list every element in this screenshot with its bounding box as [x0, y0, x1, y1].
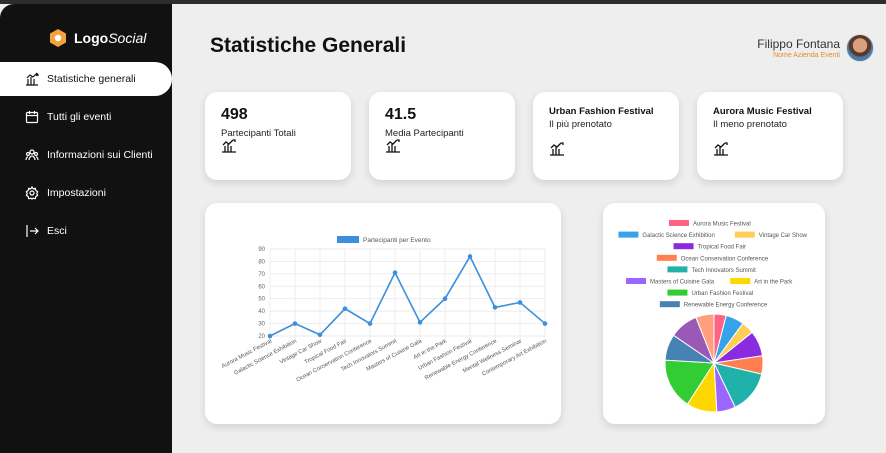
user-info: Filippo Fontana Nome Azienda Eventi — [757, 37, 840, 59]
data-point — [367, 321, 373, 326]
sidebar-item-eventi[interactable]: Tutti gli eventi — [0, 100, 172, 134]
stat-card-total: 498 Partecipanti Totali — [205, 92, 351, 180]
legend-label: Art in the Park — [754, 280, 793, 286]
legend-swatch — [337, 236, 359, 243]
legend-label: Galactic Science Exhibition — [642, 233, 714, 239]
legend-label: Tropical Food Fair — [698, 245, 746, 251]
stat-value: 41.5 — [385, 106, 417, 123]
legend-label: Partecipanti per Evento — [363, 237, 431, 244]
legend-swatch — [673, 243, 694, 250]
logout-icon — [26, 225, 39, 237]
legend-swatch — [668, 220, 689, 226]
legend-swatch — [656, 254, 677, 261]
sidebar-item-clienti[interactable]: Informazioni sui Clienti — [0, 138, 172, 172]
stat-title: Aurora Music Festival — [713, 106, 812, 117]
y-tick-label: 20 — [258, 334, 265, 340]
legend-swatch — [659, 301, 680, 308]
logo-hexagon-icon — [50, 29, 66, 47]
chart-icon — [26, 72, 39, 86]
data-point — [442, 296, 448, 302]
y-tick-label: 30 — [258, 322, 265, 328]
stat-card-least-booked: Aurora Music Festival Il meno prenotato — [697, 92, 843, 180]
legend-label: Renewable Energy Conference — [684, 303, 768, 309]
pie-chart-card: Aurora Music Festival Galactic Science Ex… — [603, 203, 825, 424]
main-content: Statistiche Generali Filippo Fontana Nom… — [172, 4, 886, 453]
legend-swatch — [734, 231, 755, 238]
stat-value: 498 — [221, 106, 248, 123]
line-chart: Partecipanti per Evento2030405060708090A… — [221, 236, 548, 383]
stat-subtitle: Il più prenotato — [549, 119, 612, 130]
data-point — [517, 300, 523, 305]
stat-label: Media Partecipanti — [385, 128, 464, 139]
sidebar-item-impostazioni[interactable]: Impostazioni — [0, 176, 172, 210]
legend-label: Ocean Conservation Conference — [681, 256, 769, 262]
y-tick-label: 70 — [258, 272, 265, 278]
logo-text: LogoSocial — [74, 30, 147, 46]
sidebar: LogoSocial Statistiche generali Tutti gl… — [0, 4, 172, 453]
app-frame: LogoSocial Statistiche generali Tutti gl… — [0, 4, 886, 453]
legend-label: Vintage Car Show — [759, 233, 808, 239]
legend-swatch — [730, 278, 751, 284]
y-tick-label: 80 — [258, 259, 265, 265]
data-point — [392, 270, 398, 275]
stat-card-most-booked: Urban Fashion Festival Il più prenotato — [533, 92, 679, 180]
y-tick-label: 60 — [258, 284, 265, 290]
sidebar-item-statistiche[interactable]: Statistiche generali — [0, 62, 172, 96]
chart-icon — [550, 142, 564, 156]
y-tick-label: 40 — [258, 309, 265, 315]
data-point — [267, 333, 273, 339]
line-chart-card: Partecipanti per Evento 20 30 40 50 60 70 80 90 A… — [205, 203, 561, 424]
data-point — [342, 306, 348, 311]
legend-swatch — [667, 289, 688, 296]
chart-icon — [222, 139, 236, 153]
legend-swatch — [626, 278, 647, 284]
gear-icon — [25, 186, 39, 200]
data-point — [317, 332, 323, 338]
y-tick-label: 90 — [258, 247, 265, 253]
legend-swatch — [667, 266, 688, 273]
series-line — [269, 254, 546, 337]
stat-title: Urban Fashion Festival — [549, 106, 654, 117]
sidebar-item-label: Impostazioni — [47, 187, 106, 199]
logo[interactable]: LogoSocial — [48, 28, 146, 48]
data-point — [417, 320, 423, 325]
sidebar-item-label: Informazioni sui Clienti — [47, 149, 153, 161]
data-point — [542, 321, 548, 326]
sidebar-item-label: Statistiche generali — [47, 73, 136, 85]
sidebar-item-esci[interactable]: Esci — [0, 214, 172, 248]
user-profile[interactable]: Filippo Fontana Nome Azienda Eventi — [757, 34, 874, 62]
x-tick-label: Vintage Car Show — [279, 338, 324, 366]
stat-card-average: 41.5 Media Partecipanti — [369, 92, 515, 180]
legend-label: Aurora Music Festival — [693, 222, 751, 228]
legend-label: Masters of Cuisine Gala — [650, 280, 715, 286]
pie-chart: Aurora Music Festival Galactic Science Ex… — [618, 220, 808, 413]
sidebar-nav: Statistiche generali Tutti gli eventi In… — [0, 62, 172, 252]
stat-subtitle: Il meno prenotato — [713, 119, 787, 130]
user-company: Nome Azienda Eventi — [773, 52, 840, 59]
legend-label: Urban Fashion Festival — [691, 291, 753, 297]
calendar-icon — [25, 111, 39, 124]
sidebar-item-label: Esci — [47, 225, 67, 237]
data-point — [292, 321, 298, 326]
data-point — [492, 305, 498, 310]
avatar[interactable] — [846, 34, 874, 62]
sidebar-item-label: Tutti gli eventi — [47, 111, 112, 123]
stat-label: Partecipanti Totali — [221, 128, 296, 139]
legend-label: Tech Innovators Summit — [691, 268, 756, 274]
users-icon — [25, 149, 39, 161]
legend-swatch — [618, 231, 639, 238]
data-point — [467, 254, 473, 259]
chart-icon — [386, 139, 400, 153]
y-tick-label: 50 — [258, 297, 265, 303]
page-title: Statistiche Generali — [210, 34, 407, 57]
user-name: Filippo Fontana — [757, 37, 840, 51]
chart-icon — [714, 142, 728, 156]
